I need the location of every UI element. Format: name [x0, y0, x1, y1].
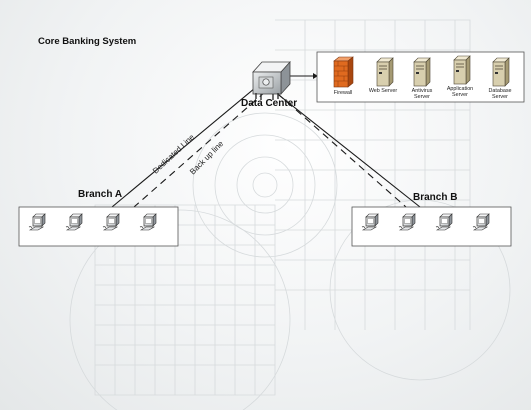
web-server-label: Web Server — [368, 88, 398, 94]
firewall-label: Firewall — [333, 90, 353, 96]
application-server-label: Application Server — [446, 86, 474, 99]
diagram-title: Core Banking System — [38, 36, 137, 47]
antivirus-server-icon — [413, 57, 431, 87]
firewall-icon — [333, 56, 354, 88]
diagram-canvas: Core Banking System Data Center Branch A… — [0, 0, 531, 410]
database-server-label: Database Server — [488, 88, 512, 101]
web-server-icon — [376, 57, 394, 87]
data-center-icon — [252, 60, 291, 100]
antivirus-server-label: Antivirus Server — [411, 88, 433, 101]
branch-b-label: Branch B — [413, 192, 458, 203]
application-server-icon — [453, 55, 471, 85]
branch-a-label: Branch A — [78, 189, 123, 200]
branch-a-box — [18, 206, 179, 247]
backup-line-b — [277, 93, 407, 208]
database-server-icon — [492, 57, 510, 87]
data-center-label: Data Center — [241, 98, 298, 109]
diagram-graphics — [18, 19, 525, 410]
backup-line-a — [133, 91, 266, 208]
branch-b-box — [351, 206, 512, 247]
